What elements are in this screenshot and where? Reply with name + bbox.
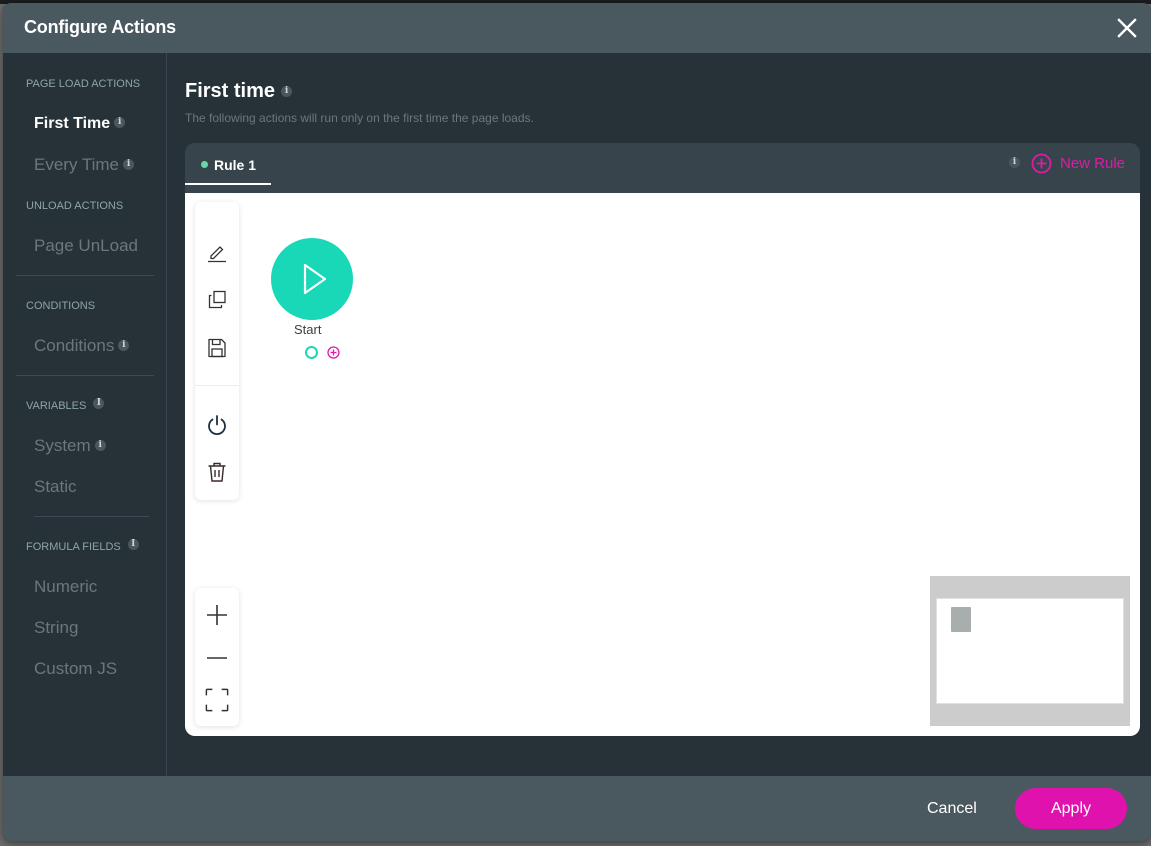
sidebar-item-first-time[interactable]: First Time i xyxy=(34,115,126,133)
info-icon[interactable]: i xyxy=(118,340,130,352)
info-icon[interactable]: i xyxy=(127,538,139,550)
sidebar-item-custom-js[interactable]: Custom JS xyxy=(34,659,117,679)
divider xyxy=(16,275,154,276)
zoom-in-button[interactable] xyxy=(205,603,229,627)
divider xyxy=(34,516,149,517)
sidebar-item-label: Custom JS xyxy=(34,659,118,678)
rule-panel: Rule 1 i New Rule Start xyxy=(185,143,1140,736)
info-icon[interactable]: i xyxy=(94,440,106,452)
toggle-power-button[interactable] xyxy=(205,413,229,437)
rule-status-dot xyxy=(201,161,208,168)
dialog-header: Configure Actions xyxy=(3,3,1151,53)
section-label-page-load-actions: PAGE LOAD ACTIONS xyxy=(26,78,141,90)
start-node[interactable] xyxy=(271,238,353,320)
cancel-button[interactable]: Cancel xyxy=(927,800,977,818)
sidebar-item-label: Page UnLoad xyxy=(34,236,138,255)
page-subtitle: The following actions will run only on t… xyxy=(185,111,534,125)
info-icon[interactable]: i xyxy=(114,117,126,129)
page-title: First time i xyxy=(185,80,293,103)
section-label-text: FORMULA FIELDS xyxy=(26,541,121,553)
sidebar-item-label: First Time xyxy=(34,115,111,132)
sidebar-item-system[interactable]: System i xyxy=(34,436,106,456)
sidebar-item-label: Conditions xyxy=(34,336,115,355)
close-button[interactable] xyxy=(1115,16,1139,40)
section-label-conditions: CONDITIONS xyxy=(26,300,96,312)
info-icon[interactable]: i xyxy=(281,86,293,98)
zoom-out-icon xyxy=(207,657,227,659)
minimap-viewport[interactable] xyxy=(936,598,1124,704)
sidebar-item-conditions[interactable]: Conditions i xyxy=(34,336,130,356)
edit-icon xyxy=(208,246,226,263)
duplicate-button[interactable] xyxy=(205,288,229,312)
trash-icon xyxy=(208,462,226,482)
section-label-formula-fields: FORMULA FIELDS i xyxy=(26,538,139,553)
zoom-in-icon xyxy=(207,605,227,625)
power-icon xyxy=(208,415,226,436)
sidebar: PAGE LOAD ACTIONS First Time i Every Time… xyxy=(3,53,167,776)
configure-actions-dialog: Configure Actions PAGE LOAD ACTIONS Firs… xyxy=(3,3,1151,841)
rule-tab-label: Rule 1 xyxy=(214,157,257,173)
sidebar-item-page-unload[interactable]: Page UnLoad xyxy=(34,236,138,256)
fit-screen-icon xyxy=(205,688,229,712)
tab-rule-1[interactable]: Rule 1 xyxy=(185,143,271,185)
minimap-node xyxy=(951,607,971,632)
sidebar-item-numeric[interactable]: Numeric xyxy=(34,577,97,597)
apply-button[interactable]: Apply xyxy=(1015,788,1127,829)
sidebar-item-every-time[interactable]: Every Time i xyxy=(34,155,135,175)
sidebar-item-label: Every Time xyxy=(34,155,120,174)
info-icon[interactable]: i xyxy=(1009,157,1020,168)
section-label-text: VARIABLES xyxy=(26,400,87,412)
output-port[interactable] xyxy=(305,346,318,359)
add-node-button[interactable] xyxy=(327,346,340,359)
save-button[interactable] xyxy=(205,336,229,360)
sidebar-item-label: String xyxy=(34,618,79,637)
flow-canvas[interactable]: Start xyxy=(185,193,1140,736)
edit-button[interactable] xyxy=(205,240,229,264)
new-rule-button[interactable]: New Rule xyxy=(1031,153,1125,174)
minimap[interactable] xyxy=(930,576,1130,726)
zoom-controls xyxy=(195,588,239,726)
zoom-out-button[interactable] xyxy=(205,646,229,670)
play-icon xyxy=(303,263,327,295)
toolbar-divider xyxy=(195,385,239,386)
section-label-variables: VARIABLES i xyxy=(26,397,105,412)
sidebar-item-string[interactable]: String xyxy=(34,618,78,638)
info-icon[interactable]: i xyxy=(123,159,135,171)
duplicate-icon xyxy=(208,290,226,309)
sidebar-item-label: System xyxy=(34,436,91,455)
delete-button[interactable] xyxy=(205,460,229,484)
start-node-label: Start xyxy=(294,322,322,337)
dialog-footer: Cancel Apply xyxy=(3,776,1151,841)
node-toolbar xyxy=(195,202,239,500)
divider xyxy=(16,375,154,376)
fit-screen-button[interactable] xyxy=(205,688,229,712)
section-label-unload-actions: UNLOAD ACTIONS xyxy=(26,200,124,212)
page-title-text: First time xyxy=(185,80,276,102)
sidebar-item-static[interactable]: Static xyxy=(34,477,77,497)
sidebar-item-label: Numeric xyxy=(34,577,98,596)
plus-circle-icon xyxy=(327,346,340,359)
dialog-title: Configure Actions xyxy=(24,17,176,37)
sidebar-item-label: Static xyxy=(34,477,77,496)
plus-circle-icon xyxy=(1031,153,1052,174)
new-rule-label: New Rule xyxy=(1060,155,1126,172)
close-icon xyxy=(1117,18,1137,38)
info-icon[interactable]: i xyxy=(93,397,105,409)
save-icon xyxy=(208,338,226,358)
